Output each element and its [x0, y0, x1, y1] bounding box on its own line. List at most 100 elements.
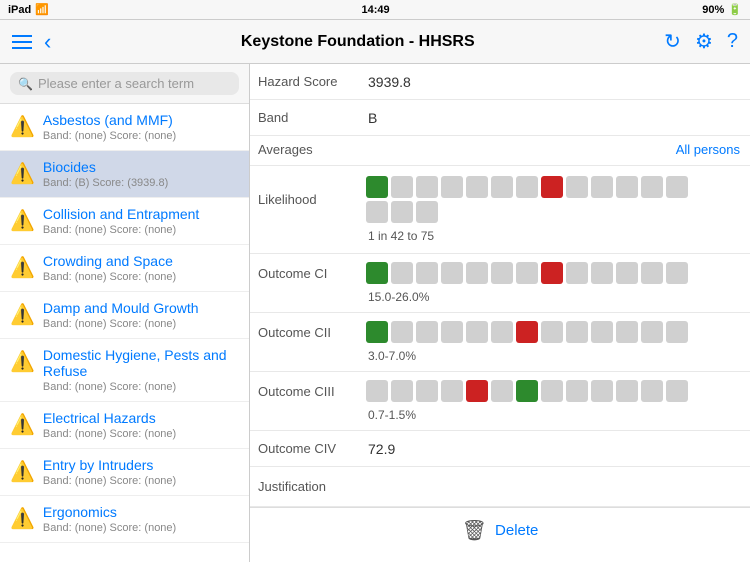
outcome-ci-label: Outcome CI — [250, 262, 360, 285]
sidebar-item-sub-8: Band: (none) Score: (none) — [43, 522, 176, 534]
grid-cell-10 — [616, 321, 638, 343]
sidebar-item-7[interactable]: ⚠️ Entry by Intruders Band: (none) Score… — [0, 449, 249, 496]
averages-link[interactable]: All persons — [360, 136, 750, 163]
status-time: 14:49 — [362, 4, 390, 16]
sidebar-item-6[interactable]: ⚠️ Electrical Hazards Band: (none) Score… — [0, 402, 249, 449]
sidebar-item-2[interactable]: ⚠️ Collision and Entrapment Band: (none)… — [0, 198, 249, 245]
grid-cell-12 — [666, 176, 688, 198]
grid-cell-0 — [366, 321, 388, 343]
sidebar-item-name-7: Entry by Intruders — [43, 457, 176, 473]
grid-cell-9 — [591, 176, 613, 198]
grid-cell-7 — [541, 321, 563, 343]
outcome-ci-grid-row1 — [366, 262, 688, 284]
status-right: 90% 🔋 — [702, 3, 742, 16]
grid-cell-3 — [441, 176, 463, 198]
hazard-score-row: Hazard Score 3939.8 — [250, 64, 750, 100]
outcome-ciii-grid — [360, 376, 750, 406]
grid-cell-7 — [541, 262, 563, 284]
sidebar-item-sub-7: Band: (none) Score: (none) — [43, 475, 176, 487]
grid-cell-15 — [416, 201, 438, 223]
status-left: iPad 📶 — [8, 3, 49, 16]
sidebar-item-8[interactable]: ⚠️ Ergonomics Band: (none) Score: (none) — [0, 496, 249, 543]
grid-cell-4 — [466, 176, 488, 198]
grid-cell-4 — [466, 321, 488, 343]
grid-cell-3 — [441, 321, 463, 343]
grid-cell-4 — [466, 380, 488, 402]
battery-label: 90% — [702, 4, 724, 16]
grid-cell-5 — [491, 262, 513, 284]
grid-cell-8 — [566, 262, 588, 284]
grid-cell-19 — [516, 201, 538, 223]
grid-cell-8 — [566, 380, 588, 402]
grid-cell-1 — [391, 321, 413, 343]
grid-cell-1 — [391, 380, 413, 402]
grid-cell-6 — [516, 380, 538, 402]
grid-cell-12 — [666, 380, 688, 402]
grid-cell-12 — [666, 321, 688, 343]
sidebar-item-3[interactable]: ⚠️ Crowding and Space Band: (none) Score… — [0, 245, 249, 292]
likelihood-grid-row1 — [366, 176, 688, 198]
content-area: Hazard Score 3939.8 Band B Averages All … — [250, 64, 750, 562]
sidebar-item-5[interactable]: ⚠️ Domestic Hygiene, Pests and Refuse Ba… — [0, 339, 249, 402]
sidebar-item-sub-3: Band: (none) Score: (none) — [43, 271, 176, 283]
grid-cell-2 — [416, 262, 438, 284]
grid-cell-14 — [391, 201, 413, 223]
settings-button[interactable]: ⚙ — [695, 29, 713, 54]
sidebar-item-name-8: Ergonomics — [43, 504, 176, 520]
grid-cell-11 — [641, 380, 663, 402]
sidebar-item-name-1: Biocides — [43, 159, 168, 175]
grid-cell-10 — [616, 262, 638, 284]
battery-icon: 🔋 — [728, 3, 742, 16]
grid-cell-9 — [591, 380, 613, 402]
grid-cell-11 — [641, 262, 663, 284]
grid-cell-17 — [466, 201, 488, 223]
outcome-cii-label: Outcome CII — [250, 321, 360, 344]
grid-cell-8 — [566, 321, 588, 343]
grid-cell-22 — [591, 201, 613, 223]
sidebar-item-4[interactable]: ⚠️ Damp and Mould Growth Band: (none) Sc… — [0, 292, 249, 339]
search-input-wrap[interactable]: 🔍 Please enter a search term — [10, 72, 239, 95]
sidebar-item-sub-0: Band: (none) Score: (none) — [43, 130, 176, 142]
hazard-score-value: 3939.8 — [360, 68, 750, 96]
sidebar-item-sub-2: Band: (none) Score: (none) — [43, 224, 199, 236]
nav-title: Keystone Foundation - HHSRS — [51, 33, 664, 51]
grid-cell-8 — [566, 176, 588, 198]
grid-cell-7 — [541, 176, 563, 198]
ipad-label: iPad — [8, 4, 31, 16]
grid-cell-3 — [441, 262, 463, 284]
sidebar-item-sub-5: Band: (none) Score: (none) — [43, 381, 239, 393]
outcome-ciii-range: 0.7-1.5% — [250, 406, 750, 426]
grid-cell-9 — [591, 321, 613, 343]
justification-row: Justification — [250, 467, 750, 507]
grid-cell-12 — [666, 262, 688, 284]
sidebar-item-1[interactable]: ⚠️ Biocides Band: (B) Score: (3939.8) — [0, 151, 249, 198]
outcome-cii-section: Outcome CII 3.0-7.0% — [250, 313, 750, 372]
sidebar-item-0[interactable]: ⚠️ Asbestos (and MMF) Band: (none) Score… — [0, 104, 249, 151]
delete-bar[interactable]: 🗑 Delete — [250, 507, 750, 553]
grid-cell-0 — [366, 176, 388, 198]
delete-button[interactable]: Delete — [495, 522, 538, 539]
sidebar-item-name-3: Crowding and Space — [43, 253, 176, 269]
band-label: Band — [250, 104, 360, 131]
main-container: 🔍 Please enter a search term ⚠️ Asbestos… — [0, 64, 750, 562]
back-button[interactable]: ‹ — [44, 29, 51, 55]
warning-icon: ⚠️ — [10, 161, 35, 186]
help-button[interactable]: ? — [727, 30, 738, 53]
warning-icon: ⚠️ — [10, 459, 35, 484]
outcome-ci-grid — [360, 258, 750, 288]
search-icon: 🔍 — [18, 77, 33, 91]
sidebar-item-name-4: Damp and Mould Growth — [43, 300, 199, 316]
sidebar-item-name-5: Domestic Hygiene, Pests and Refuse — [43, 347, 239, 379]
outcome-cii-grid — [360, 317, 750, 347]
sidebar-item-sub-1: Band: (B) Score: (3939.8) — [43, 177, 168, 189]
search-input[interactable]: Please enter a search term — [38, 76, 194, 91]
sidebar: 🔍 Please enter a search term ⚠️ Asbestos… — [0, 64, 250, 562]
outcome-ciii-grid-row1 — [366, 380, 688, 402]
refresh-button[interactable]: ↻ — [664, 29, 681, 54]
outcome-cii-grid-row1 — [366, 321, 688, 343]
menu-button[interactable] — [12, 35, 32, 49]
grid-cell-6 — [516, 176, 538, 198]
grid-cell-16 — [441, 201, 463, 223]
likelihood-range: 1 in 42 to 75 — [250, 227, 750, 247]
justification-value[interactable] — [360, 481, 750, 493]
